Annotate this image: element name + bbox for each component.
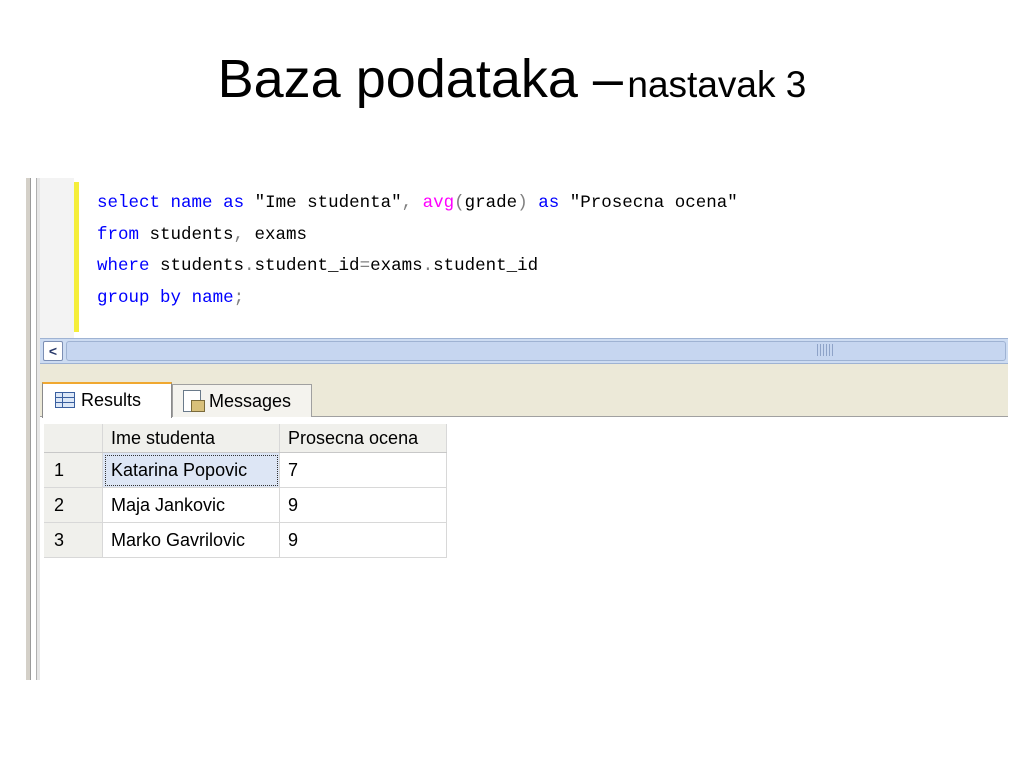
grid-cell-grade[interactable]: 7: [279, 452, 447, 488]
messages-icon: [183, 390, 205, 412]
token: ): [517, 193, 528, 213]
token: exams: [370, 256, 423, 276]
token: .: [422, 256, 434, 276]
code-line-2: from students, exams: [97, 225, 307, 245]
changed-lines-marker: [74, 182, 79, 332]
tab-results[interactable]: Results: [42, 382, 172, 418]
row-number[interactable]: 3: [44, 522, 103, 558]
token: "Prosecna ocena": [559, 193, 738, 213]
grid-cell-grade[interactable]: 9: [279, 487, 447, 523]
token: where: [97, 256, 150, 276]
token: students: [149, 256, 245, 276]
code-line-4: group by name;: [97, 288, 244, 308]
sql-code[interactable]: select name as "Ime studenta", avg(grade…: [97, 188, 738, 314]
row-number[interactable]: 1: [44, 452, 103, 488]
row-number[interactable]: 2: [44, 487, 103, 523]
code-line-3: where students.student_id=exams.student_…: [97, 256, 538, 276]
scrollbar-thumb[interactable]: [66, 341, 1006, 361]
grid-corner[interactable]: [44, 424, 103, 453]
column-header-prosecna-ocena[interactable]: Prosecna ocena: [279, 424, 447, 453]
table-row: 2 Maja Jankovic 9: [44, 487, 447, 523]
code-line-1: select name as "Ime studenta", avg(grade…: [97, 193, 738, 213]
scroll-left-arrow[interactable]: <: [43, 341, 63, 361]
token: name: [170, 193, 213, 213]
token: =: [359, 256, 371, 276]
token: group: [97, 287, 150, 308]
grid-cell-name[interactable]: Maja Jankovic: [102, 487, 280, 523]
ssms-window: select name as "Ime studenta", avg(grade…: [26, 178, 1008, 680]
table-row: 3 Marko Gavrilovic 9: [44, 522, 447, 558]
grid-header-row: Ime studenta Prosecna ocena: [44, 424, 447, 453]
token: (: [454, 193, 465, 213]
column-header-ime-studenta[interactable]: Ime studenta: [102, 424, 280, 453]
token: student_id: [254, 256, 360, 276]
token: student_id: [433, 256, 539, 276]
grid-cell-name[interactable]: Marko Gavrilovic: [102, 522, 280, 558]
tab-results-label: Results: [81, 390, 142, 410]
token: "Ime studenta": [244, 193, 402, 213]
grid-cell-grade[interactable]: 9: [279, 522, 447, 558]
token: by: [160, 287, 182, 308]
results-tabstrip: Results Messages: [40, 364, 1008, 418]
token: as: [223, 193, 245, 213]
tab-messages-label: Messages: [209, 391, 292, 411]
token: avg: [422, 193, 455, 213]
slide-title-main: Baza podataka –: [217, 49, 623, 109]
grid-cell-name[interactable]: Katarina Popovic: [102, 452, 280, 488]
token: from: [97, 224, 140, 245]
editor-gutter: [40, 178, 74, 338]
token: ,: [401, 193, 413, 213]
tab-messages[interactable]: Messages: [172, 384, 312, 417]
results-grid: Ime studenta Prosecna ocena 1 Katarina P…: [44, 424, 447, 558]
slide-title: Baza podataka – nastavak 3: [0, 48, 1024, 110]
token: ;: [233, 287, 245, 308]
token: grade: [464, 193, 518, 213]
token: exams: [244, 224, 308, 245]
query-editor[interactable]: select name as "Ime studenta", avg(grade…: [40, 178, 1008, 338]
table-row: 1 Katarina Popovic 7: [44, 452, 447, 488]
horizontal-scrollbar[interactable]: <: [40, 338, 1008, 364]
token: .: [244, 256, 255, 276]
token: select: [97, 193, 161, 213]
scrollbar-grip-icon: [817, 344, 833, 356]
slide-title-sub: nastavak 3: [627, 64, 807, 105]
token: ,: [233, 224, 245, 245]
window-left-border: [26, 178, 31, 680]
token: name: [191, 287, 234, 308]
grid-icon: [55, 392, 75, 408]
token: students: [139, 224, 234, 245]
token: as: [538, 193, 560, 213]
